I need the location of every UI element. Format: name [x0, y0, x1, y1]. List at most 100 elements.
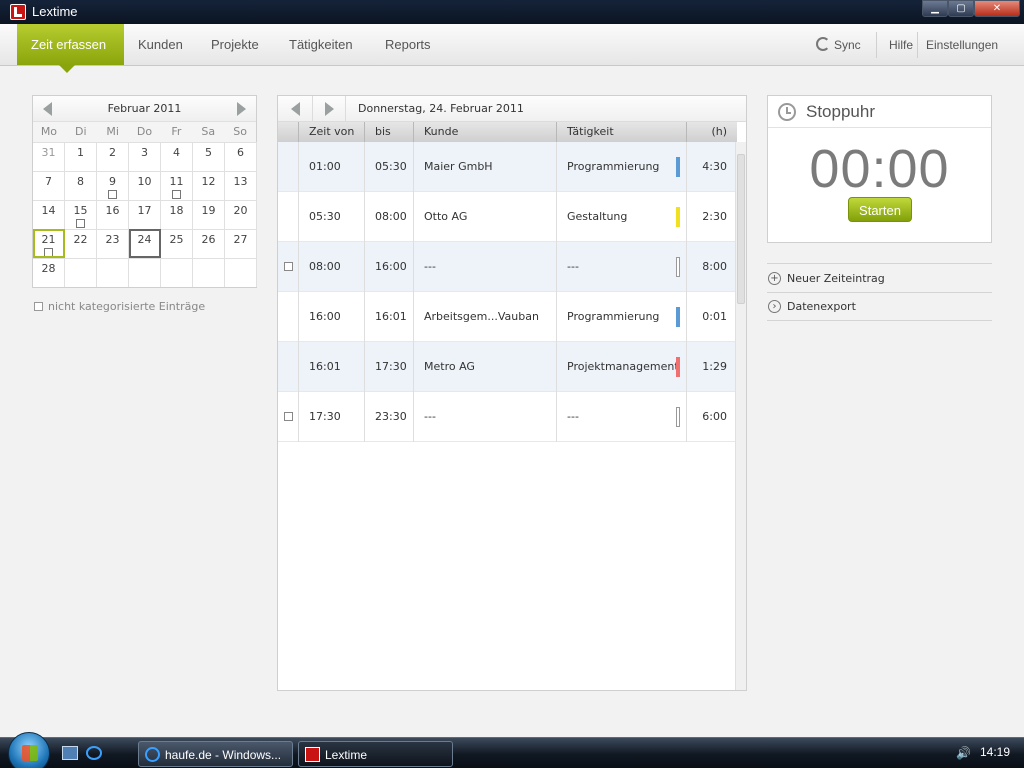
calendar-day[interactable]: 8 — [65, 171, 97, 200]
calendar-day[interactable]: 14 — [33, 200, 65, 229]
cell-from: 05:30 — [299, 192, 365, 242]
calendar-day[interactable]: 6 — [225, 142, 257, 171]
calendar-day[interactable]: 31 — [33, 142, 65, 171]
stopwatch-time: 00:00 — [809, 139, 950, 199]
main-nav: Zeit erfassen Kunden Projekte Tätigkeite… — [0, 24, 1024, 73]
cell-to-text: 23:30 — [375, 410, 407, 423]
row-checkbox[interactable] — [284, 262, 293, 271]
lextime-logo-icon — [10, 4, 26, 20]
cell-hours-text: 1:29 — [702, 360, 727, 373]
calendar-day[interactable]: 3 — [129, 142, 161, 171]
calendar-day[interactable]: 28 — [33, 258, 65, 287]
calendar-day[interactable]: 25 — [161, 229, 193, 258]
title-bar: Lextime ▁ ▢ ✕ — [0, 0, 1024, 24]
day-number: 13 — [233, 175, 248, 188]
day-number: 19 — [201, 204, 216, 217]
calendar-day[interactable]: 18 — [161, 200, 193, 229]
header-customer[interactable]: Kunde — [414, 122, 557, 142]
minimize-button[interactable]: ▁ — [922, 0, 948, 17]
day-number: 10 — [137, 175, 152, 188]
calendar-day[interactable]: 22 — [65, 229, 97, 258]
show-desktop-icon[interactable] — [62, 746, 78, 760]
header-hours[interactable]: (h) — [687, 122, 737, 142]
maximize-button[interactable]: ▢ — [948, 0, 974, 17]
calendar-day[interactable]: 20 — [225, 200, 257, 229]
taskbar-item-lextime[interactable]: Lextime — [298, 741, 453, 767]
day-number: 16 — [105, 204, 120, 217]
cell-hours: 8:00 — [687, 242, 737, 292]
table-row[interactable]: 16:01 17:30 Metro AG Projektmanagement 1:29 — [278, 342, 737, 392]
export-action[interactable]: › Datenexport — [767, 292, 992, 321]
header-from[interactable]: Zeit von ▼ — [299, 122, 365, 158]
time-entries-panel: Donnerstag, 24. Februar 2011 Zeit von ▼ … — [277, 95, 747, 691]
row-check-cell — [278, 242, 299, 292]
tray-clock[interactable]: 14:19 — [980, 745, 1010, 759]
calendar-day[interactable]: 5 — [193, 142, 225, 171]
cell-activity-text: Projektmanagement — [567, 360, 679, 373]
entries-scrollbar[interactable] — [735, 142, 746, 690]
next-month-icon[interactable] — [237, 102, 246, 116]
calendar-grid: 31 1 2 3 4 5 6 7 8 9 10 11 12 13 14 15 16 17 18 19 20 21 22 23 2… — [33, 142, 257, 287]
table-row[interactable]: 05:30 08:00 Otto AG Gestaltung 2:30 — [278, 192, 737, 242]
help-link[interactable]: Hilfe — [889, 24, 913, 65]
sync-label: Sync — [834, 38, 861, 52]
header-activity[interactable]: Tätigkeit — [557, 122, 687, 142]
tab-projekte[interactable]: Projekte — [197, 24, 273, 65]
taskbar-item-browser[interactable]: haufe.de - Windows... — [138, 741, 293, 767]
header-to[interactable]: bis — [365, 122, 414, 142]
table-row[interactable]: 01:00 05:30 Maier GmbH Programmierung 4:30 — [278, 142, 737, 192]
start-button[interactable] — [8, 732, 50, 768]
tab-kunden[interactable]: Kunden — [124, 24, 197, 65]
internet-explorer-icon[interactable] — [86, 746, 102, 760]
calendar-day[interactable]: 19 — [193, 200, 225, 229]
day-number: 9 — [109, 175, 116, 188]
calendar-day[interactable]: 26 — [193, 229, 225, 258]
calendar-day[interactable]: 4 — [161, 142, 193, 171]
uncategorized-filter[interactable]: nicht kategorisierte Einträge — [34, 300, 205, 313]
cell-activity: Projektmanagement — [557, 342, 687, 392]
calendar-day[interactable]: 17 — [129, 200, 161, 229]
prev-day-icon[interactable] — [291, 102, 300, 116]
row-checkbox[interactable] — [284, 412, 293, 421]
calendar-day[interactable]: 1 — [65, 142, 97, 171]
uncategorized-checkbox[interactable] — [34, 302, 43, 311]
calendar-day[interactable]: 27 — [225, 229, 257, 258]
tab-zeit-erfassen[interactable]: Zeit erfassen — [17, 24, 124, 73]
day-number: 12 — [201, 175, 216, 188]
calendar-day[interactable]: 13 — [225, 171, 257, 200]
cell-customer-text: Otto AG — [424, 210, 468, 223]
calendar-day[interactable]: 10 — [129, 171, 161, 200]
calendar-day[interactable]: 23 — [97, 229, 129, 258]
table-row[interactable]: 16:00 16:01 Arbeitsgem...Vauban Programmier… — [278, 292, 737, 342]
cell-from-text: 08:00 — [309, 260, 341, 273]
speaker-icon[interactable]: 🔊 — [956, 747, 971, 759]
calendar-day[interactable]: 21 — [33, 229, 65, 258]
calendar-day[interactable]: 11 — [161, 171, 193, 200]
cell-customer: Maier GmbH — [414, 142, 557, 192]
day-number: 5 — [205, 146, 212, 159]
scroll-thumb[interactable] — [737, 154, 745, 304]
tab-taetigkeiten[interactable]: Tätigkeiten — [275, 24, 367, 65]
category-color-bar — [676, 207, 680, 227]
calendar-day[interactable]: 16 — [97, 200, 129, 229]
tab-reports[interactable]: Reports — [371, 24, 445, 65]
sync-button[interactable]: Sync — [816, 24, 861, 65]
day-number: 18 — [169, 204, 184, 217]
cell-to-text: 17:30 — [375, 360, 407, 373]
calendar-day[interactable]: 2 — [97, 142, 129, 171]
settings-link[interactable]: Einstellungen — [926, 24, 998, 65]
calendar-day[interactable]: 12 — [193, 171, 225, 200]
calendar-day[interactable]: 7 — [33, 171, 65, 200]
cell-customer-text: Maier GmbH — [424, 160, 493, 173]
uncategorized-marker-icon — [76, 219, 85, 228]
calendar-day[interactable]: 24 — [129, 229, 161, 258]
category-color-bar — [676, 257, 680, 277]
calendar-day[interactable]: 9 — [97, 171, 129, 200]
close-button[interactable]: ✕ — [974, 0, 1020, 17]
table-row[interactable]: 17:30 23:30 --- --- 6:00 — [278, 392, 737, 442]
start-button[interactable]: Starten — [848, 197, 912, 222]
calendar-day[interactable]: 15 — [65, 200, 97, 229]
table-row[interactable]: 08:00 16:00 --- --- 8:00 — [278, 242, 737, 292]
new-entry-action[interactable]: + Neuer Zeiteintrag — [767, 263, 992, 292]
next-day-icon[interactable] — [325, 102, 334, 116]
